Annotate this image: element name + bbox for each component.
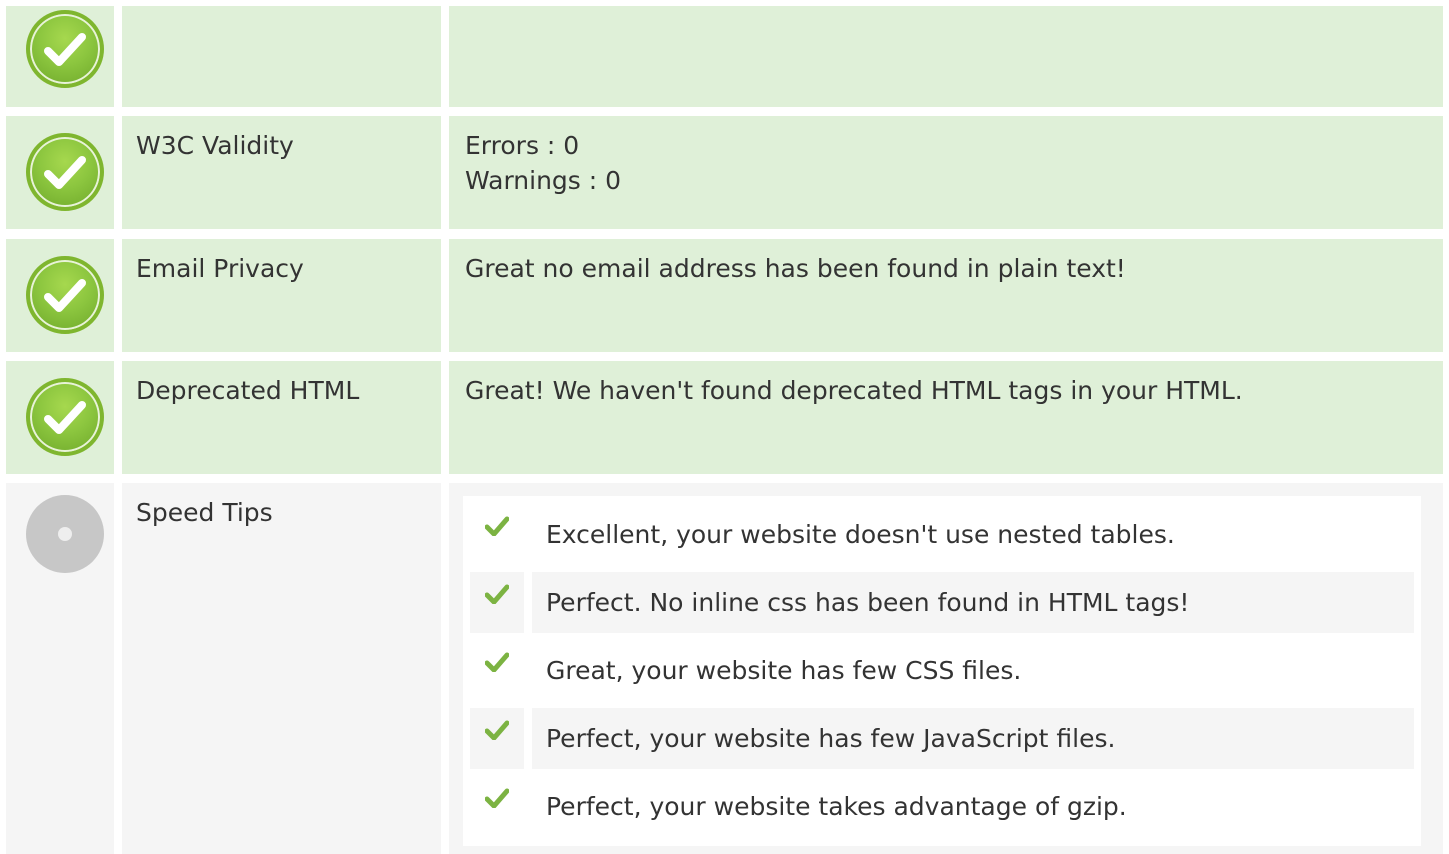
speed-tip-text: Perfect. No inline css has been found in…: [532, 572, 1414, 633]
row-label: [122, 6, 441, 107]
speed-tip-text: Great, your website has few CSS files.: [546, 656, 1022, 685]
speed-tips-list: Excellent, your website doesn't use nest…: [463, 496, 1421, 846]
check-circle-icon: [26, 378, 104, 456]
list-item: Perfect, your website takes advantage of…: [470, 776, 1414, 837]
seo-report-table: W3C Validity Errors : 0 Warnings : 0 Ema…: [0, 0, 1449, 854]
list-item: Great, your website has few CSS files.: [470, 640, 1414, 701]
check-circle-icon: [26, 256, 104, 334]
row-label-w3c-validity: W3C Validity: [122, 116, 441, 229]
list-item: Perfect. No inline css has been found in…: [470, 572, 1414, 633]
check-icon: [470, 504, 524, 565]
check-circle-icon: [26, 10, 104, 88]
status-cell: [6, 6, 114, 107]
check-circle-icon: [26, 133, 104, 211]
row-label-email-privacy: Email Privacy: [122, 239, 441, 352]
row-value-deprecated-html: Great! We haven't found deprecated HTML …: [449, 361, 1443, 474]
warnings-count: Warnings : 0: [465, 166, 622, 195]
row-value: [449, 6, 1443, 107]
status-cell: [6, 483, 114, 854]
check-icon: [470, 708, 524, 769]
speed-tip-text: Perfect, your website takes advantage of…: [546, 792, 1127, 821]
email-privacy-result: Great no email address has been found in…: [465, 254, 1126, 283]
check-icon: [470, 572, 524, 633]
pending-circle-icon: [26, 495, 104, 573]
list-item: Perfect, your website has few JavaScript…: [470, 708, 1414, 769]
row-value-w3c-validity: Errors : 0 Warnings : 0: [449, 116, 1443, 229]
speed-tip-text: Excellent, your website doesn't use nest…: [546, 520, 1175, 549]
status-cell: [6, 361, 114, 474]
deprecated-html-result: Great! We haven't found deprecated HTML …: [465, 376, 1243, 405]
errors-count: Errors : 0: [465, 131, 580, 160]
check-icon: [470, 776, 524, 837]
row-label-speed-tips: Speed Tips: [122, 483, 441, 854]
check-icon: [470, 640, 524, 701]
dot-icon: [58, 527, 72, 541]
status-cell: [6, 116, 114, 229]
row-label-deprecated-html: Deprecated HTML: [122, 361, 441, 474]
speed-tip-text: Perfect, your website has few JavaScript…: [532, 708, 1414, 769]
list-item: Excellent, your website doesn't use nest…: [470, 504, 1414, 565]
row-value-email-privacy: Great no email address has been found in…: [449, 239, 1443, 352]
status-cell: [6, 239, 114, 352]
